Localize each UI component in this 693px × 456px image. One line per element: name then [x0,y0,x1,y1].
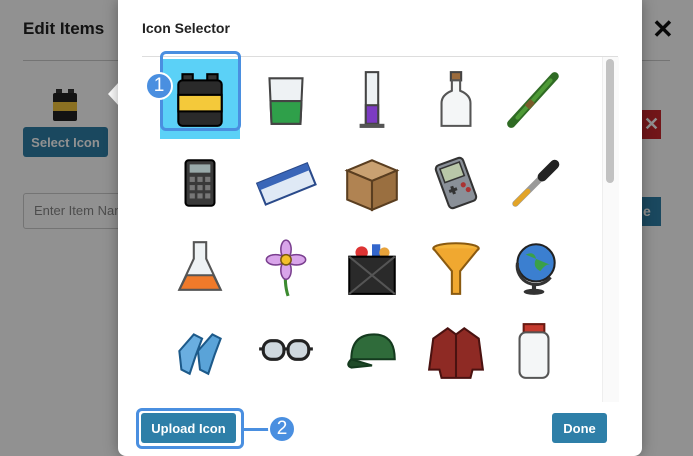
calculator-icon [184,159,216,207]
jacket-icon [427,326,485,379]
icon-option-flower[interactable] [246,227,326,307]
icon-option-toy-chest[interactable] [332,227,412,307]
icon-selector-title: Icon Selector [142,20,230,36]
upload-button-highlight [136,408,244,449]
cap-icon [347,333,396,369]
bottle-icon [440,71,472,127]
icon-option-globe[interactable] [494,227,574,307]
handheld-game-icon [434,156,478,210]
jar-icon [518,323,550,379]
step-badge-1: 1 [145,72,173,100]
gloves-icon [178,333,222,376]
flower-icon [265,239,307,297]
icon-option-calculator[interactable] [160,143,240,223]
icon-option-handheld-game[interactable] [416,143,496,223]
icon-option-goggles[interactable] [246,311,326,391]
toy-chest-icon [348,244,396,295]
icon-option-jar[interactable] [494,311,574,391]
funnel-icon [432,242,480,295]
icon-option-ruler[interactable] [246,143,326,223]
done-button[interactable]: Done [552,413,607,443]
ruler-icon [255,162,317,206]
icon-option-folder[interactable] [416,395,496,402]
icon-option-herb-bundle[interactable] [494,59,574,139]
scrollbar-thumb[interactable] [606,59,614,183]
icon-option-flame[interactable] [494,395,574,402]
goggles-icon [259,339,313,361]
icon-option-cardboard-box[interactable] [332,143,412,223]
icon-option-bottle[interactable] [416,59,496,139]
graduated-cylinder-icon [359,71,385,128]
icon-option-gloves[interactable] [160,311,240,391]
beaker-icon [268,77,304,125]
icon-option-jacket[interactable] [416,311,496,391]
globe-icon [515,243,556,295]
icon-option-cap[interactable] [332,311,412,391]
icon-option-lighter[interactable] [246,395,326,402]
step-badge-2: 2 [268,415,296,443]
herb-bundle-icon [507,72,559,128]
icon-option-flask[interactable] [160,227,240,307]
icon-option-graduated-cylinder[interactable] [332,59,412,139]
flask-icon [177,241,223,291]
icon-option-dropper[interactable] [494,143,574,223]
cardboard-box-icon [344,159,400,212]
dropper-icon [512,159,560,207]
icon-option-magnet[interactable] [332,395,412,402]
callout-connector [244,428,270,431]
icon-option-keys[interactable] [160,395,240,402]
icon-option-beaker[interactable] [246,59,326,139]
selected-icon-highlight [160,51,241,131]
icon-option-funnel[interactable] [416,227,496,307]
